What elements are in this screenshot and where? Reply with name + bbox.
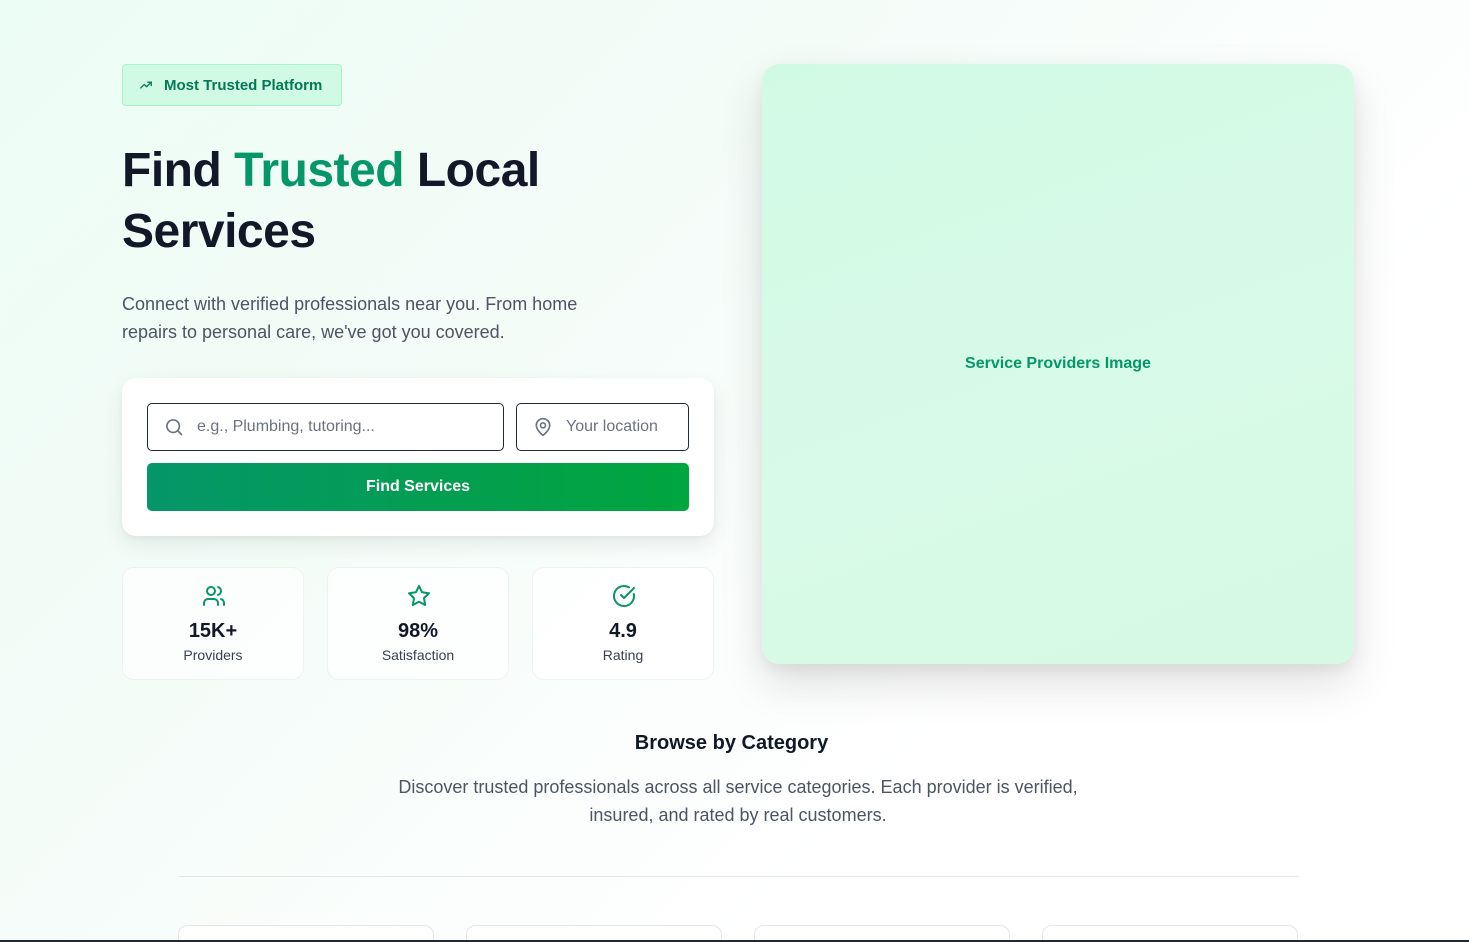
service-search-input[interactable]: e.g., Plumbing, tutoring... [147,403,504,451]
search-icon [164,417,184,437]
check-circle-icon [612,584,636,608]
trending-up-icon [139,78,153,92]
location-placeholder: Your location [566,418,658,435]
section-divider [178,876,1299,877]
headline-accent: Trusted [234,144,405,197]
trusted-platform-badge: Most Trusted Platform [122,64,342,106]
stat-label: Satisfaction [381,647,455,663]
hero-headline: Find Trusted Local Services [122,140,722,262]
stat-satisfaction: 98% Satisfaction [327,567,509,680]
category-description: Discover trusted professionals across al… [398,777,1078,825]
stat-value: 98% [397,620,439,642]
stat-label: Providers [183,647,243,663]
stats-row: 15K+ Providers 98% Satisfaction 4.9 Rati… [122,567,714,680]
stat-providers: 15K+ Providers [122,567,304,680]
location-input[interactable]: Your location [516,403,689,451]
service-search-placeholder: e.g., Plumbing, tutoring... [197,418,375,435]
find-services-button[interactable]: Find Services [147,463,689,511]
hero-section: Most Trusted Platform Find Trusted Local… [0,0,1469,680]
service-providers-image: Service Providers Image [762,64,1354,664]
headline-part1: Find [122,144,235,197]
star-icon [407,584,431,608]
hero-subtext: Connect with verified professionals near… [122,294,578,342]
image-placeholder-label: Service Providers Image [965,355,1151,372]
search-card: e.g., Plumbing, tutoring... Your locatio… [122,378,714,536]
stat-value: 4.9 [609,620,637,642]
stat-label: Rating [602,647,644,663]
stat-rating: 4.9 Rating [532,567,714,680]
users-icon [202,584,226,608]
map-pin-icon [533,417,553,437]
category-section: Browse by Category Discover trusted prof… [0,680,1469,942]
stat-value: 15K+ [188,620,238,642]
category-title: Browse by Category [634,732,829,754]
badge-label: Most Trusted Platform [164,76,323,94]
